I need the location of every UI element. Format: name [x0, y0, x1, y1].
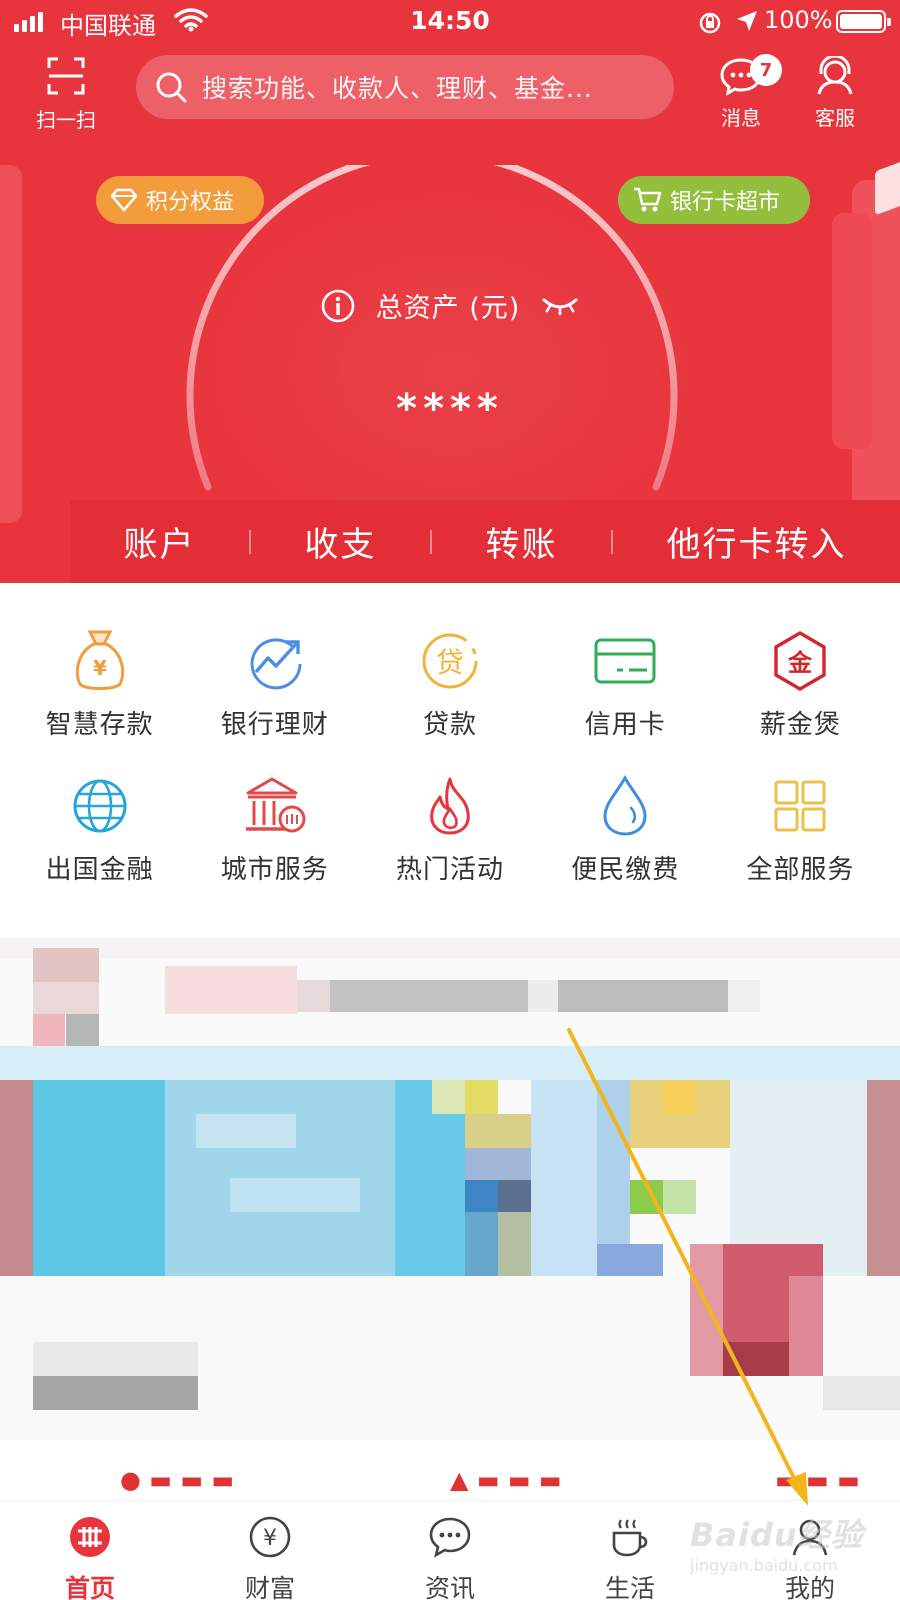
service-smart-deposit[interactable]: ¥ 智慧存款 [12, 626, 187, 741]
service-city-services[interactable]: 城市服务 [187, 771, 362, 886]
service-hot-activities[interactable]: 热门活动 [362, 771, 537, 886]
quick-action-income-expense[interactable]: 收支 [251, 517, 430, 566]
tab-wealth[interactable]: ¥ 财富 [180, 1501, 360, 1600]
svg-text:金: 金 [787, 649, 813, 677]
quick-action-other-bank-in[interactable]: 他行卡转入 [613, 517, 900, 566]
service-label: 智慧存款 [45, 710, 154, 740]
scan-label: 扫一扫 [36, 108, 96, 132]
quick-action-transfer[interactable]: 转账 [432, 517, 611, 566]
search-icon [156, 72, 187, 103]
messages-label: 消息 [721, 106, 761, 130]
grid-icon [774, 780, 826, 832]
chat-bubble-icon [429, 1517, 471, 1558]
card-market-label: 银行卡超市 [670, 190, 781, 215]
service-label: 出国金融 [45, 855, 154, 885]
coffee-cup-icon [612, 1519, 648, 1557]
citic-logo-icon [70, 1517, 110, 1557]
section-tabs-peek: ● ▬ ▬ ▬ ▲ ▬ ▬ ▬ ▬ ▬ ▬ [120, 1466, 860, 1492]
quick-action-account[interactable]: 账户 [70, 517, 249, 566]
gold-hexagon-icon: 金 [774, 631, 827, 691]
service-label: 贷款 [422, 710, 477, 740]
scan-icon [47, 57, 85, 95]
pixelated-banner[interactable] [0, 938, 900, 1440]
flame-icon [430, 777, 470, 835]
diamond-icon [110, 188, 138, 212]
scan-button[interactable]: 扫一扫 [30, 56, 102, 133]
service-label: 城市服务 [220, 855, 329, 885]
customer-service-button[interactable]: 客服 [806, 54, 864, 131]
assets-arc [186, 165, 678, 491]
service-label: 热门活动 [395, 855, 504, 885]
tab-label: 财富 [244, 1574, 295, 1600]
total-assets-value: **** [396, 386, 504, 432]
messages-button[interactable]: 7 消息 [712, 54, 782, 131]
service-label: 全部服务 [746, 855, 855, 885]
search-placeholder: 搜索功能、收款人、理财、基金... [202, 74, 593, 103]
watermark-url: jingyan.baidu.com [690, 1556, 838, 1575]
search-input[interactable]: 搜索功能、收款人、理财、基金... [136, 55, 674, 119]
svg-text:贷: 贷 [436, 646, 464, 679]
side-tag [875, 156, 900, 216]
globe-icon [73, 779, 127, 833]
customer-service-label: 客服 [815, 106, 855, 130]
total-assets-row: 总资产 (元) [0, 286, 900, 325]
watermark-logo-text: Baidu经验 [690, 1516, 864, 1554]
money-bag-icon: ¥ [75, 630, 124, 690]
battery-icon [836, 10, 891, 33]
service-label: 信用卡 [584, 710, 666, 740]
service-label: 便民缴费 [571, 855, 680, 885]
tab-label: 资讯 [424, 1574, 475, 1600]
service-loan[interactable]: 贷 贷款 [362, 626, 537, 741]
svg-text:¥: ¥ [263, 1526, 277, 1551]
rotation-lock-icon [699, 12, 721, 34]
yen-coin-icon: ¥ [249, 1516, 291, 1558]
service-bank-wealth[interactable]: 银行理财 [187, 626, 362, 741]
trend-chart-icon [250, 638, 302, 690]
tab-label: 首页 [64, 1574, 115, 1600]
loan-icon: 贷 [422, 633, 478, 689]
svg-text:¥: ¥ [93, 656, 107, 680]
eye-closed-icon[interactable] [540, 294, 580, 318]
service-overseas-finance[interactable]: 出国金融 [12, 771, 187, 886]
quick-actions-bar: 账户 收支 转账 他行卡转入 [70, 500, 900, 583]
bank-building-icon [245, 777, 306, 833]
tab-news[interactable]: 资讯 [360, 1501, 540, 1600]
hero-panel: 中国联通 14:50 100% 扫一扫 搜索功能、收款人、理财、基金... 7 … [0, 0, 900, 583]
services-grid: ¥ 智慧存款 银行理财 贷 贷款 信用卡 金 薪金煲 出国金融 城市服务 热门活… [12, 626, 888, 886]
tab-home[interactable]: 首页 [0, 1501, 180, 1600]
service-all-services[interactable]: 全部服务 [713, 771, 888, 886]
service-salary-pot[interactable]: 金 薪金煲 [713, 626, 888, 741]
credit-card-icon [594, 638, 656, 684]
info-icon[interactable] [320, 288, 356, 324]
service-credit-card[interactable]: 信用卡 [538, 626, 713, 741]
service-label: 薪金煲 [759, 710, 841, 740]
carousel-prev-card[interactable] [0, 165, 22, 523]
location-icon [737, 11, 757, 31]
water-drop-icon [603, 774, 647, 836]
service-label: 银行理财 [220, 710, 329, 740]
message-count-badge: 7 [750, 54, 782, 86]
status-bar: 中国联通 14:50 100% [0, 0, 900, 44]
baidu-watermark: Baidu经验 jingyan.baidu.com [690, 1508, 890, 1578]
battery-percent: 100% [764, 6, 833, 34]
service-utility-payment[interactable]: 便民缴费 [538, 771, 713, 886]
total-assets-label: 总资产 (元) [375, 293, 521, 324]
customer-service-icon [817, 54, 853, 95]
